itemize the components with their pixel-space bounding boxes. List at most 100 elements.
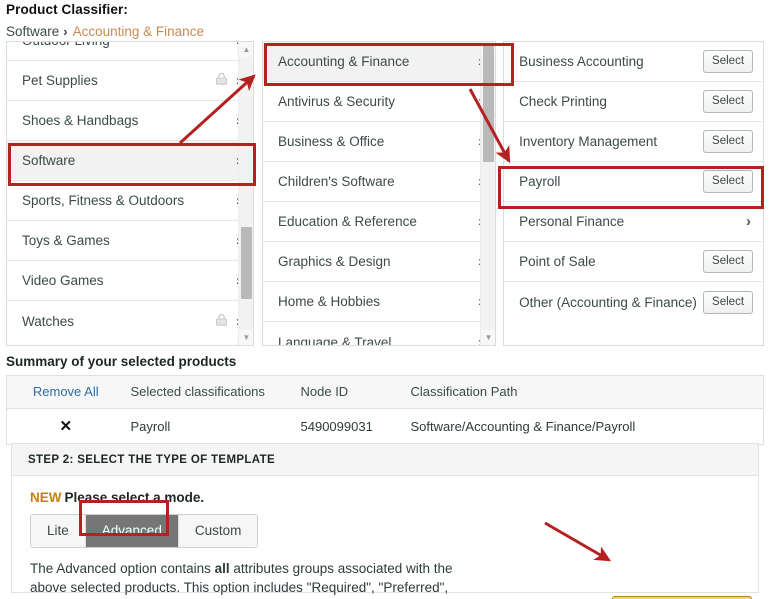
leaf-category-row[interactable]: Business Accounting Select (504, 42, 764, 82)
leaf-category-row[interactable]: Personal Finance › (504, 202, 764, 242)
category-row[interactable]: Software› (7, 141, 253, 181)
category-row[interactable]: Business & Office› (263, 122, 496, 162)
category-row[interactable]: Shoes & Handbags› (7, 101, 253, 141)
category-row-label: Children's Software (278, 174, 395, 189)
category-row-label: Home & Hobbies (278, 294, 381, 309)
step2-body: NEW Please select a mode. Lite Advanced Cus… (12, 476, 758, 599)
table-header-row: Remove All Selected classifications Node… (6, 375, 764, 409)
category-row-label: Toys & Games (22, 233, 110, 248)
column-header-remove-all: Remove All (6, 375, 125, 409)
cell-classification-path: Software/Accounting & Finance/Payroll (410, 418, 636, 434)
select-button[interactable]: Select (703, 290, 754, 314)
category-row-label: Language & Travel (278, 334, 392, 346)
mode-button-lite[interactable]: Lite (31, 515, 85, 547)
leaf-category-label: Personal Finance (519, 214, 625, 229)
category-row-label: Accounting & Finance (278, 54, 410, 69)
scroll-down-icon[interactable]: ▼ (239, 330, 253, 345)
column2-scrollbar[interactable]: ▲ ▼ (480, 42, 496, 345)
leaf-category-label: Payroll (519, 174, 561, 189)
category-row[interactable]: Accounting & Finance› (263, 42, 496, 82)
category-row[interactable]: Sports, Fitness & Outdoors› (7, 181, 253, 221)
category-column-root: Outdoor Living›Pet Supplies›Shoes & Hand… (6, 41, 254, 346)
selected-products-table: Remove All Selected classifications Node… (6, 375, 764, 445)
template-mode-selector: Lite Advanced Custom (30, 514, 259, 548)
category-row[interactable]: Language & Travel› (263, 322, 496, 346)
category-row[interactable]: Watches› (7, 301, 253, 341)
leaf-category-row[interactable]: Inventory Management Select (504, 122, 764, 162)
select-button[interactable]: Select (703, 170, 754, 193)
mode-prompt: NEW Please select a mode. (30, 490, 742, 505)
mode-description-part1: The Advanced option contains (30, 561, 215, 576)
category-row-label: Education & Reference (278, 214, 417, 229)
summary-title: Summary of your selected products (6, 354, 237, 369)
category-row[interactable]: Toys & Games› (7, 221, 253, 261)
category-row-label: Antivirus & Security (278, 94, 396, 109)
category-column-software-list: Accounting & Finance›Antivirus & Securit… (263, 42, 496, 346)
leaf-category-row[interactable]: Point of Sale Select (504, 242, 764, 282)
product-classifier-page: Product Classifier: Software › Accounting … (0, 0, 770, 599)
mode-description-emphasis: all (214, 561, 230, 576)
column1-scroll-thumb[interactable] (241, 227, 252, 299)
leaf-category-label: Business Accounting (519, 54, 644, 69)
category-row[interactable]: Video Games› (7, 261, 253, 301)
mode-description: The Advanced option contains all attribu… (30, 559, 462, 599)
leaf-category-label: Check Printing (519, 94, 607, 109)
category-row-label: Watches (22, 313, 75, 329)
step2-panel: STEP 2: SELECT THE TYPE OF TEMPLATE NEW P… (11, 443, 759, 599)
mode-button-custom[interactable]: Custom (177, 515, 258, 547)
cell-node-id: 5490099031 (300, 418, 373, 434)
page-title: Product Classifier: (6, 2, 128, 17)
breadcrumb-separator-icon: › (63, 24, 68, 39)
remove-row-button[interactable]: ✕ (7, 409, 125, 445)
leaf-category-row[interactable]: Check Printing Select (504, 82, 764, 122)
category-row-label: Pet Supplies (22, 73, 98, 88)
column-header-classification-path: Classification Path (404, 375, 764, 409)
leaf-category-label: Inventory Management (519, 134, 658, 149)
leaf-category-label: Point of Sale (519, 254, 596, 269)
category-row-label: Business & Office (278, 134, 385, 149)
select-button[interactable]: Select (703, 50, 754, 73)
category-row-label: Graphics & Design (278, 254, 391, 269)
category-row-label: Software (22, 153, 76, 168)
category-row[interactable]: Education & Reference› (263, 202, 496, 242)
category-row-label: Sports, Fitness & Outdoors (22, 193, 185, 208)
category-column-leaf: Business Accounting Select Check Printing S… (503, 41, 765, 346)
leaf-category-row[interactable]: Other (Accounting & Finance) Select (504, 282, 764, 322)
cell-classification: Payroll (130, 418, 171, 434)
breadcrumb: Software › Accounting & Finance (6, 24, 204, 39)
table-row: ✕ Payroll 5490099031 Software/Accounting & … (7, 409, 764, 445)
lock-icon (216, 313, 227, 329)
category-row-label: Outdoor Living (22, 42, 236, 48)
select-button[interactable]: Select (703, 130, 754, 153)
leaf-category-label: Other (Accounting & Finance) (519, 294, 697, 310)
mode-prompt-text: Please select a mode. (64, 490, 205, 505)
column2-scroll-thumb[interactable] (483, 44, 495, 162)
category-browser: Outdoor Living›Pet Supplies›Shoes & Hand… (6, 41, 765, 346)
select-button[interactable]: Select (703, 90, 754, 113)
scroll-up-icon[interactable]: ▲ (239, 42, 253, 57)
step2-heading: STEP 2: SELECT THE TYPE OF TEMPLATE (12, 444, 758, 476)
column1-scrollbar[interactable]: ▲ ▼ (238, 42, 253, 345)
category-column-root-list: Outdoor Living›Pet Supplies›Shoes & Hand… (7, 42, 253, 341)
category-row-label: Shoes & Handbags (22, 113, 139, 128)
column-header-node-id: Node ID (294, 375, 405, 409)
breadcrumb-current[interactable]: Accounting & Finance (73, 24, 204, 39)
category-row[interactable]: Antivirus & Security› (263, 82, 496, 122)
remove-all-link[interactable]: Remove All (33, 384, 99, 399)
breadcrumb-root[interactable]: Software (6, 24, 59, 39)
leaf-category-row[interactable]: Payroll Select (504, 162, 764, 202)
category-row[interactable]: Pet Supplies› (7, 61, 253, 101)
category-column-leaf-list: Business Accounting Select Check Printing S… (504, 42, 764, 322)
category-row[interactable]: Graphics & Design› (263, 242, 496, 282)
new-badge: NEW (30, 490, 62, 505)
category-row[interactable]: Home & Hobbies› (263, 282, 496, 322)
chevron-right-icon: › (746, 213, 752, 230)
mode-button-advanced[interactable]: Advanced (84, 515, 178, 547)
select-button[interactable]: Select (703, 250, 754, 273)
category-row[interactable]: Children's Software› (263, 162, 496, 202)
scroll-down-icon[interactable]: ▼ (481, 330, 495, 345)
category-row-label: Video Games (22, 273, 104, 288)
lock-icon (216, 73, 227, 88)
category-row[interactable]: Outdoor Living› (7, 42, 253, 61)
column-header-selected-classifications: Selected classifications (124, 375, 295, 409)
